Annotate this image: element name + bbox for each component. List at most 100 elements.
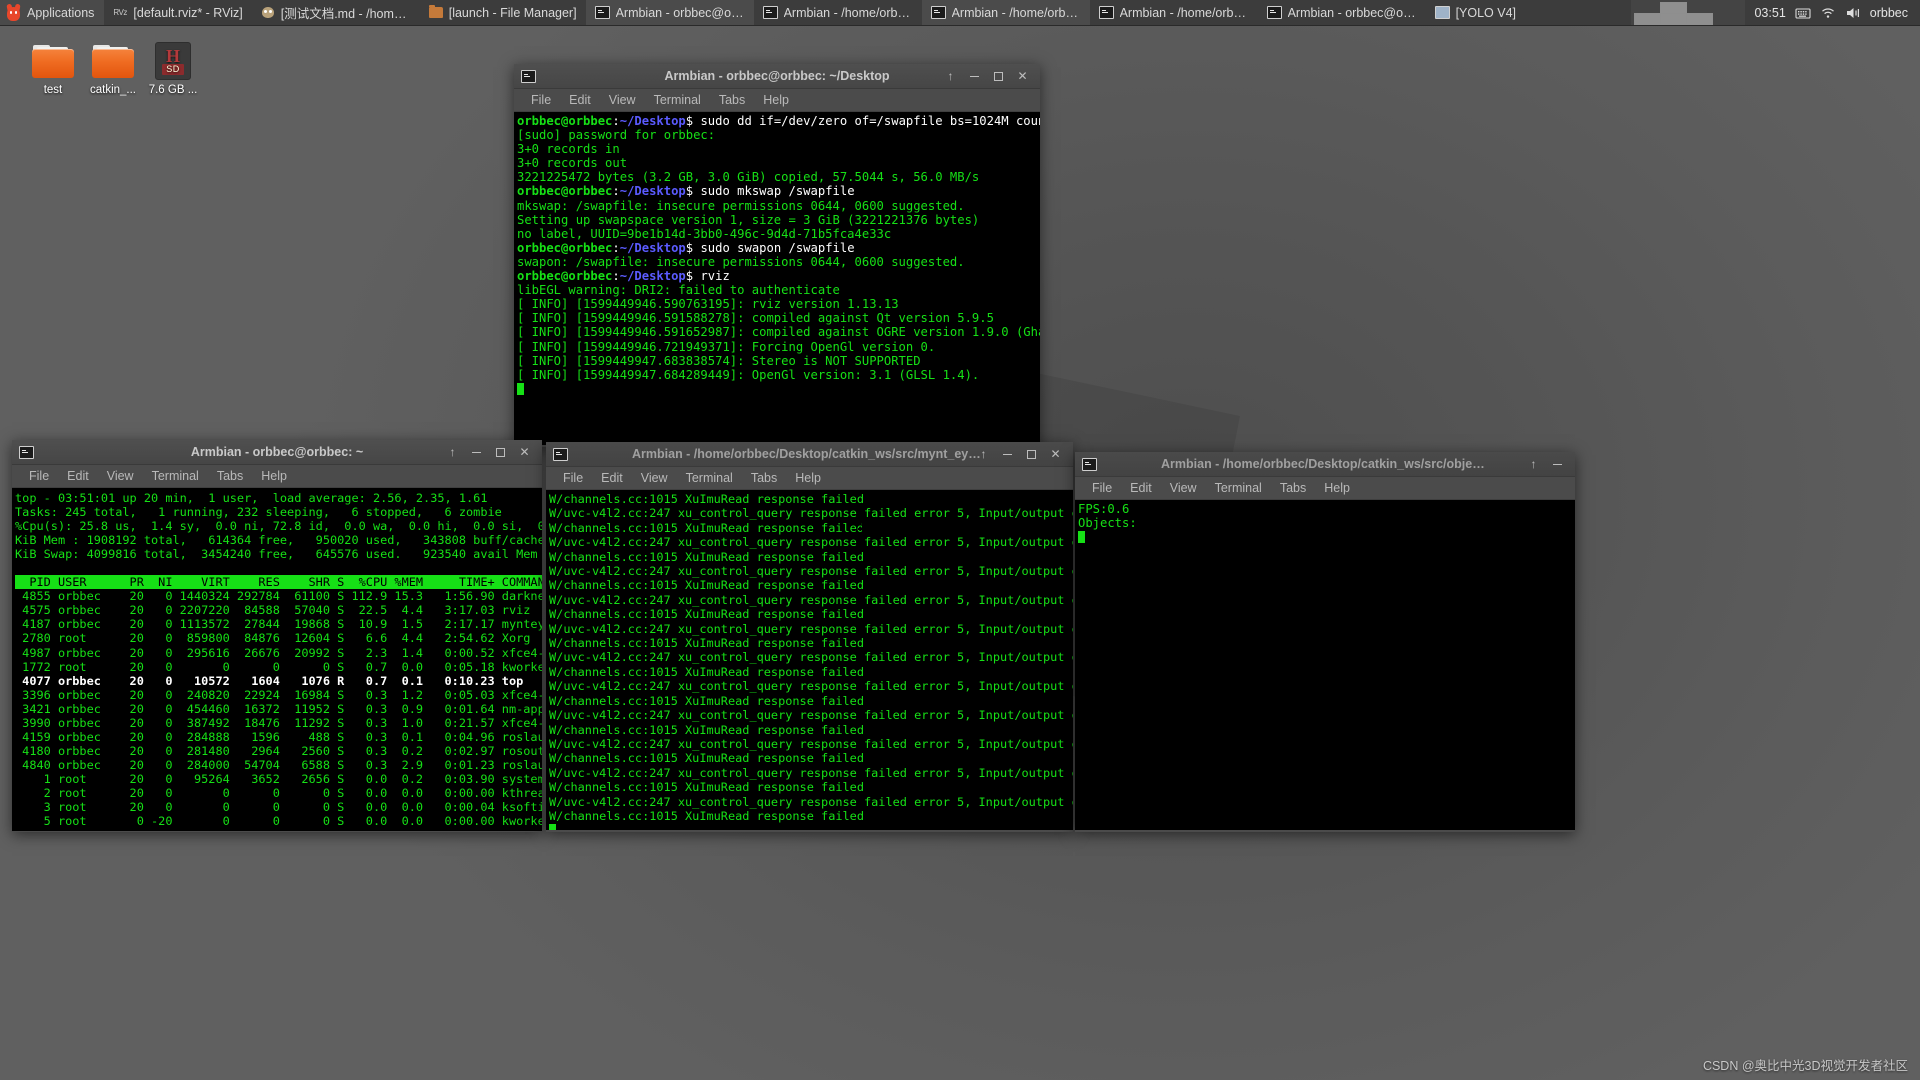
- menu-tabs[interactable]: Tabs: [710, 91, 754, 109]
- shade-button[interactable]: ↑: [446, 446, 459, 459]
- menu-file[interactable]: File: [554, 469, 592, 487]
- terminal-line: W/uvc-v4l2.cc:247 xu_control_query respo…: [549, 535, 1073, 549]
- window-icon: [1435, 6, 1450, 19]
- menu-edit[interactable]: Edit: [560, 91, 600, 109]
- terminal-line: 3221225472 bytes (3.2 GB, 3.0 GiB) copie…: [517, 170, 1040, 184]
- titlebar[interactable]: Armbian - orbbec@orbbec: ~/Desktop ↑ ✕: [514, 64, 1040, 89]
- terminal-output[interactable]: W/channels.cc:1015 XuImuRead response fa…: [546, 490, 1073, 830]
- menu-terminal[interactable]: Terminal: [1206, 479, 1271, 497]
- menu-tabs[interactable]: Tabs: [208, 467, 252, 485]
- window-terminal-desktop: Armbian - orbbec@orbbec: ~/Desktop ↑ ✕ F…: [514, 64, 1040, 447]
- terminal-line: W/uvc-v4l2.cc:247 xu_control_query respo…: [549, 708, 1073, 722]
- menu-help[interactable]: Help: [252, 467, 296, 485]
- shade-button[interactable]: ↑: [944, 70, 957, 83]
- taskbar-task-label: [launch - File Manager]: [449, 6, 577, 20]
- menu-terminal[interactable]: Terminal: [143, 467, 208, 485]
- terminal-line: W/channels.cc:1015 XuImuRead response fa…: [549, 723, 1073, 737]
- minimize-button[interactable]: [470, 446, 483, 459]
- terminal-line: W/channels.cc:1015 XuImuRead response fa…: [549, 809, 1073, 823]
- terminal-line: FPS:0.6: [1078, 502, 1575, 516]
- terminal-output[interactable]: FPS:0.6Objects:: [1075, 500, 1575, 830]
- workspace-switcher[interactable]: [1631, 0, 1745, 25]
- taskbar-task-6[interactable]: Armbian - /home/orbb...: [1090, 0, 1258, 25]
- terminal-output[interactable]: top - 03:51:01 up 20 min, 1 user, load a…: [12, 488, 542, 831]
- window-terminal-detection: Armbian - /home/orbbec/Desktop/catkin_ws…: [1075, 452, 1575, 832]
- titlebar[interactable]: Armbian - /home/orbbec/Desktop/catkin_ws…: [1075, 452, 1575, 477]
- taskbar-task-7[interactable]: Armbian - orbbec@orb...: [1258, 0, 1426, 25]
- menu-edit[interactable]: Edit: [1121, 479, 1161, 497]
- taskbar-task-5[interactable]: Armbian - /home/orbb...: [922, 0, 1090, 25]
- menu-view[interactable]: View: [632, 469, 677, 487]
- taskbar-task-2[interactable]: [launch - File Manager]: [420, 0, 586, 25]
- terminal-icon: [553, 448, 568, 461]
- terminal-line: W/channels.cc:1015 XuImuRead response fa…: [549, 578, 1073, 592]
- menu-edit[interactable]: Edit: [592, 469, 632, 487]
- menu-view[interactable]: View: [600, 91, 645, 109]
- window-title: Armbian - /home/orbbec/Desktop/catkin_ws…: [1075, 457, 1575, 471]
- terminal-icon: [1267, 6, 1282, 19]
- taskbar-tray: 03:51 orbbec: [1631, 0, 1920, 25]
- minimize-button[interactable]: [1551, 458, 1564, 471]
- minimize-button[interactable]: [1001, 448, 1014, 461]
- top-summary-line: top - 03:51:01 up 20 min, 1 user, load a…: [15, 491, 542, 505]
- terminal-icon: [595, 6, 610, 19]
- terminal-line: W/channels.cc:1015 XuImuRead response fa…: [549, 607, 1073, 621]
- menu-edit[interactable]: Edit: [58, 467, 98, 485]
- desktop-icon-sdcard[interactable]: HSD 7.6 GB ...: [138, 40, 208, 96]
- terminal-line: Setting up swapspace version 1, size = 3…: [517, 213, 1040, 227]
- menubar: File Edit View Terminal Tabs Help: [514, 89, 1040, 112]
- taskbar-task-4[interactable]: Armbian - /home/orbb...: [754, 0, 922, 25]
- terminal-line: mkswap: /swapfile: insecure permissions …: [517, 199, 1040, 213]
- menu-terminal[interactable]: Terminal: [645, 91, 710, 109]
- taskbar-task-3[interactable]: Armbian - orbbec@orb...: [586, 0, 754, 25]
- top-summary-line: KiB Swap: 4099816 total, 3454240 free, 6…: [15, 547, 542, 561]
- menu-view[interactable]: View: [1161, 479, 1206, 497]
- taskbar-task-8[interactable]: [YOLO V4]: [1426, 0, 1525, 25]
- taskbar: Applications RVz[default.rviz* - RViz][测…: [0, 0, 1920, 25]
- taskbar-task-0[interactable]: RVz[default.rviz* - RViz]: [104, 0, 251, 25]
- rviz-icon: RVz: [113, 7, 127, 18]
- keyboard-icon[interactable]: [1795, 5, 1811, 21]
- terminal-line: W/uvc-v4l2.cc:247 xu_control_query respo…: [549, 766, 1073, 780]
- csdn-watermark: CSDN @奥比中光3D视觉开发者社区: [1703, 1055, 1908, 1074]
- menu-tabs[interactable]: Tabs: [1271, 479, 1315, 497]
- titlebar[interactable]: Armbian - /home/orbbec/Desktop/catkin_ws…: [546, 442, 1073, 467]
- menu-terminal[interactable]: Terminal: [677, 469, 742, 487]
- terminal-line: [ INFO] [1599449946.591652987]: compiled…: [517, 325, 1040, 339]
- clock[interactable]: 03:51: [1754, 6, 1785, 20]
- volume-icon[interactable]: [1845, 5, 1861, 21]
- mouse-cursor: [862, 521, 864, 538]
- minimize-button[interactable]: [968, 70, 981, 83]
- window-task-list: RVz[default.rviz* - RViz][测试文档.md - /hom…: [104, 0, 1631, 25]
- maximize-button[interactable]: [494, 446, 507, 459]
- applications-menu-button[interactable]: Applications: [0, 0, 104, 25]
- maximize-button[interactable]: [1025, 448, 1038, 461]
- menu-file[interactable]: File: [1083, 479, 1121, 497]
- taskbar-task-label: Armbian - /home/orbb...: [784, 6, 913, 20]
- menu-tabs[interactable]: Tabs: [742, 469, 786, 487]
- top-process-row: 4987 orbbec 20 0 295616 26676 20992 S 2.…: [15, 646, 542, 660]
- top-summary-line: KiB Mem : 1908192 total, 614364 free, 95…: [15, 533, 542, 547]
- terminal-line: 3+0 records in: [517, 142, 1040, 156]
- titlebar[interactable]: Armbian - orbbec@orbbec: ~ ↑ ✕: [12, 440, 542, 465]
- terminal-line: W/channels.cc:1015 XuImuRead response fa…: [549, 636, 1073, 650]
- menu-help[interactable]: Help: [754, 91, 798, 109]
- shade-button[interactable]: ↑: [977, 448, 990, 461]
- top-process-row: 3421 orbbec 20 0 454460 16372 11952 S 0.…: [15, 702, 542, 716]
- terminal-output[interactable]: orbbec@orbbec:~/Desktop$ sudo dd if=/dev…: [514, 112, 1040, 445]
- maximize-button[interactable]: [992, 70, 1005, 83]
- terminal-line: W/channels.cc:1015 XuImuRead response fa…: [549, 550, 1073, 564]
- menu-view[interactable]: View: [98, 467, 143, 485]
- close-button[interactable]: ✕: [1016, 70, 1029, 83]
- menu-help[interactable]: Help: [786, 469, 830, 487]
- shade-button[interactable]: ↑: [1527, 458, 1540, 471]
- taskbar-task-1[interactable]: [测试文档.md - /home/o...: [252, 0, 420, 25]
- username-label[interactable]: orbbec: [1870, 6, 1908, 20]
- terminal-line: W/channels.cc:1015 XuImuRead response fa…: [549, 751, 1073, 765]
- close-button[interactable]: ✕: [518, 446, 531, 459]
- close-button[interactable]: ✕: [1049, 448, 1062, 461]
- wifi-icon[interactable]: [1820, 5, 1836, 21]
- menu-help[interactable]: Help: [1315, 479, 1359, 497]
- menu-file[interactable]: File: [522, 91, 560, 109]
- menu-file[interactable]: File: [20, 467, 58, 485]
